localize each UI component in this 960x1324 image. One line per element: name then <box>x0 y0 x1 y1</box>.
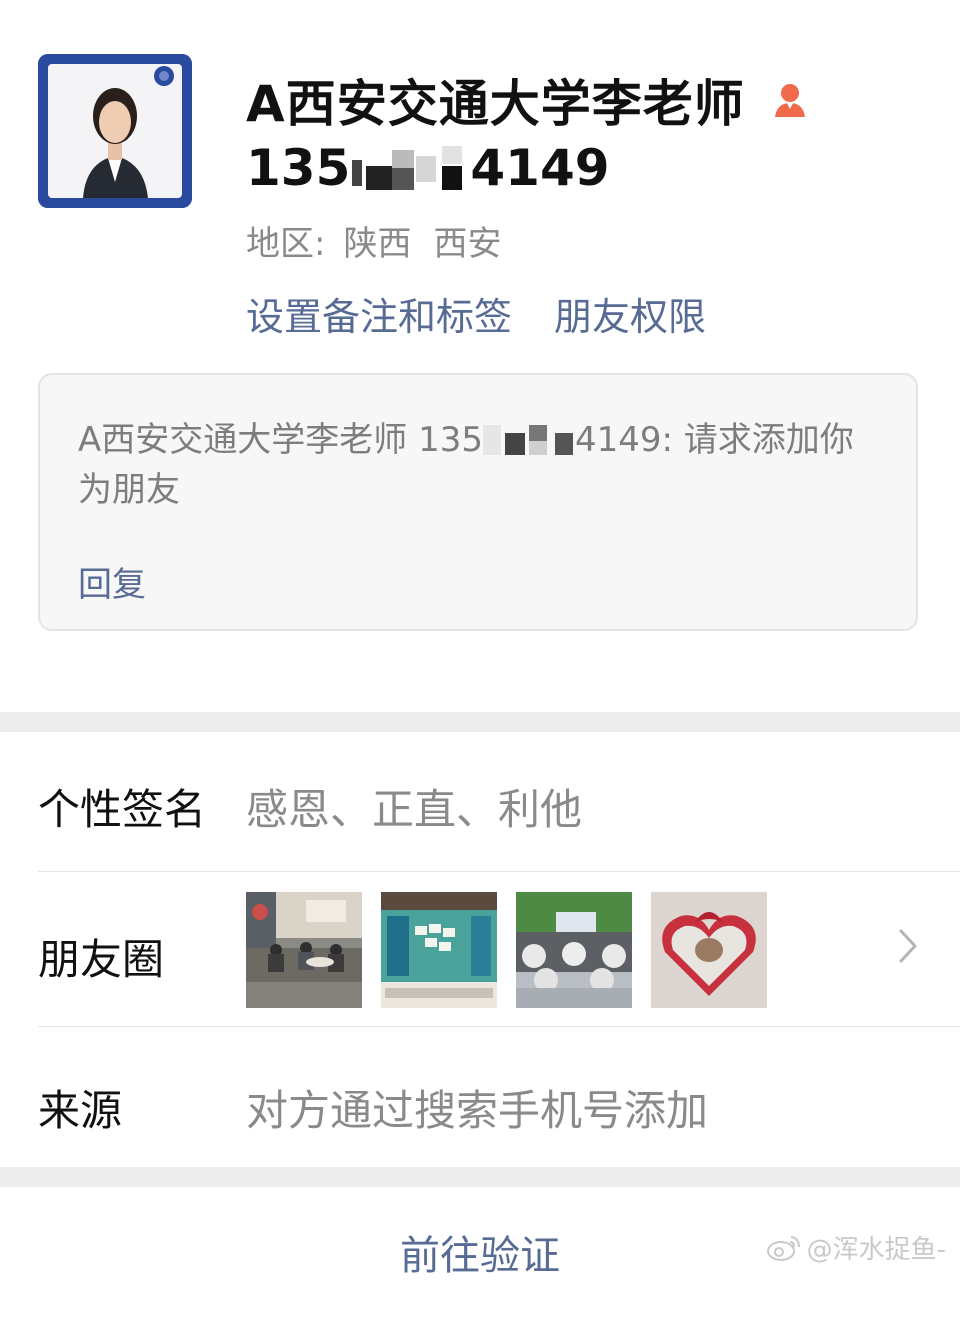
source-label: 来源 <box>38 1086 123 1135</box>
contact-name: A西安交通大学李老师 <box>246 75 745 133</box>
section-divider <box>0 712 960 732</box>
moments-photos <box>246 892 786 1008</box>
request-phone-mosaic-redaction <box>482 425 575 455</box>
watermark: @浑水捉鱼- <box>766 1229 946 1266</box>
moments-photo-heart-gift-box <box>651 892 767 1008</box>
watermark-text: @浑水捉鱼- <box>806 1235 946 1265</box>
profile-actions: 设置备注和标签 朋友权限 <box>246 286 706 341</box>
set-remark-and-tags-link[interactable]: 设置备注和标签 <box>246 286 512 341</box>
weibo-logo-icon <box>766 1235 800 1261</box>
region-city: 西安 <box>433 224 502 264</box>
friend-request-message: A西安交通大学李老师 135 4149: 请求添加你为朋友 <box>78 415 878 515</box>
region-province: 陕西 <box>343 224 412 264</box>
signature-row: 个性签名 感恩、正直、利他 <box>38 732 960 870</box>
signature-label: 个性签名 <box>38 785 207 834</box>
phone-prefix: 135 <box>246 139 351 197</box>
contact-name-row: A西安交通大学李老师 <box>246 64 809 136</box>
reply-link[interactable]: 回复 <box>78 557 146 606</box>
friend-permission-link[interactable]: 朋友权限 <box>554 286 706 341</box>
moments-row[interactable]: 朋友圈 <box>38 872 960 1026</box>
source-value: 对方通过搜索手机号添加 <box>246 1086 709 1135</box>
phone-mosaic-redaction <box>352 146 468 190</box>
friend-request-card: A西安交通大学李老师 135 4149: 请求添加你为朋友 回复 <box>38 373 918 631</box>
avatar[interactable] <box>38 54 192 208</box>
region-label: 地区: <box>246 224 326 264</box>
contact-phone: 135 4149 <box>246 138 610 198</box>
source-row: 来源 对方通过搜索手机号添加 <box>38 1027 960 1167</box>
request-message-prefix: A西安交通大学李老师 135 <box>78 420 483 460</box>
moments-label: 朋友圈 <box>38 935 165 984</box>
female-person-icon <box>771 81 809 119</box>
moments-photo-classroom <box>246 892 362 1008</box>
phone-suffix: 4149 <box>470 139 610 197</box>
chevron-right-icon[interactable] <box>898 928 918 964</box>
section-divider <box>0 1167 960 1187</box>
moments-photo-banquet-hall <box>516 892 632 1008</box>
moments-photo-mahjong <box>381 892 497 1008</box>
signature-value: 感恩、正直、利他 <box>246 785 583 834</box>
region: 地区: 陕西 西安 <box>246 216 501 265</box>
